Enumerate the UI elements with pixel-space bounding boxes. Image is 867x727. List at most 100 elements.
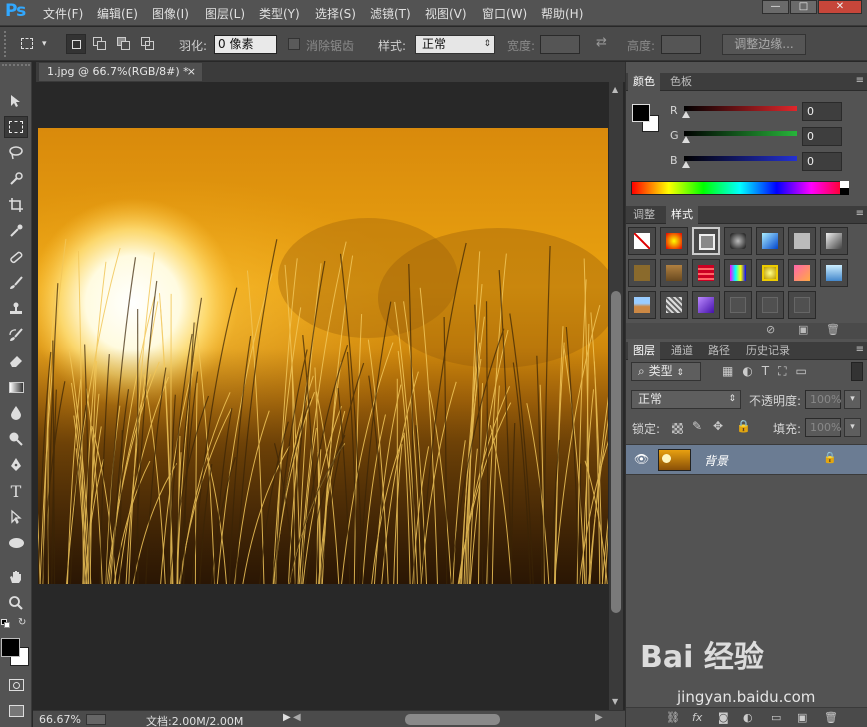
- style-swatch[interactable]: [628, 291, 656, 319]
- close-tab-icon[interactable]: ×: [187, 63, 196, 81]
- zoom-level[interactable]: 66.67%: [39, 713, 81, 726]
- style-swatch[interactable]: [660, 227, 688, 255]
- spectrum-black-swatch[interactable]: [840, 188, 849, 195]
- tab-styles[interactable]: 样式: [666, 206, 698, 224]
- foreground-color-swatch[interactable]: [1, 638, 20, 657]
- style-swatch[interactable]: [724, 291, 752, 319]
- crop-tool-icon[interactable]: [4, 194, 28, 216]
- refine-edge-button[interactable]: 调整边缘...: [722, 34, 806, 55]
- menu-edit[interactable]: 编辑(E): [97, 5, 138, 22]
- menu-window[interactable]: 窗口(W): [482, 5, 527, 22]
- channel-r-input[interactable]: 0: [802, 102, 842, 121]
- horizontal-scroll-thumb[interactable]: [405, 714, 500, 725]
- hand-tool-icon[interactable]: [4, 566, 28, 588]
- eyedropper-tool-icon[interactable]: [4, 220, 28, 242]
- tab-history[interactable]: 历史记录: [741, 342, 795, 360]
- color-spectrum-bar[interactable]: [631, 181, 849, 195]
- menu-view[interactable]: 视图(V): [425, 5, 467, 22]
- menu-layer[interactable]: 图层(L): [205, 5, 245, 22]
- opacity-input[interactable]: 100%: [805, 390, 841, 409]
- toolbar-grip[interactable]: [2, 64, 30, 70]
- minimize-button[interactable]: —: [762, 0, 789, 14]
- tab-adjustments[interactable]: 调整: [628, 206, 660, 224]
- style-swatch[interactable]: [724, 227, 752, 255]
- panel-menu-icon[interactable]: ≡: [856, 208, 864, 219]
- intersect-selection-button[interactable]: [138, 34, 158, 54]
- channel-g-input[interactable]: 0: [802, 127, 842, 146]
- style-swatch[interactable]: [788, 227, 816, 255]
- style-swatch[interactable]: [756, 291, 784, 319]
- add-selection-button[interactable]: [90, 34, 110, 54]
- style-swatch[interactable]: [692, 291, 720, 319]
- blend-mode-select[interactable]: 正常 ⇕: [631, 390, 741, 409]
- style-swatch[interactable]: [660, 291, 688, 319]
- style-swatch[interactable]: [788, 291, 816, 319]
- document-image[interactable]: [38, 128, 608, 584]
- style-select[interactable]: 正常 ⇕: [415, 35, 495, 54]
- fx-icon[interactable]: fx: [692, 711, 702, 724]
- tab-layers[interactable]: 图层: [628, 342, 660, 360]
- ellipse-tool-icon[interactable]: [4, 532, 28, 554]
- fill-chevron-icon[interactable]: ▾: [844, 418, 861, 437]
- height-input[interactable]: [661, 35, 701, 54]
- swap-icon[interactable]: ⇄: [596, 35, 607, 50]
- link-layers-icon[interactable]: ⛓: [666, 711, 680, 724]
- maximize-button[interactable]: □: [790, 0, 817, 14]
- lock-transparent-icon[interactable]: [672, 423, 683, 434]
- menu-type[interactable]: 类型(Y): [259, 5, 300, 22]
- lasso-tool-icon[interactable]: [4, 142, 28, 164]
- screen-mode-icon[interactable]: [4, 700, 28, 722]
- layer-name[interactable]: 背景: [704, 452, 728, 469]
- rect-marquee-tool-icon[interactable]: [4, 116, 28, 138]
- brush-tool-icon[interactable]: [4, 272, 28, 294]
- channel-g-slider[interactable]: [684, 131, 797, 136]
- tab-swatches[interactable]: 色板: [665, 73, 697, 91]
- close-window-button[interactable]: ✕: [818, 0, 862, 14]
- default-colors-icon[interactable]: [1, 619, 11, 629]
- status-menu-arrow-icon[interactable]: ▶: [283, 712, 291, 723]
- layer-filter-icons[interactable]: ▦◐T⛶▭: [722, 364, 832, 380]
- new-layer-icon[interactable]: ▣: [797, 711, 807, 724]
- vertical-scrollbar[interactable]: ▲ ▼: [609, 82, 623, 710]
- style-swatch[interactable]: [820, 227, 848, 255]
- document-tab[interactable]: 1.jpg @ 66.7%(RGB/8#) * ×: [38, 62, 203, 82]
- status-preview-icon[interactable]: [86, 714, 106, 725]
- path-selection-tool-icon[interactable]: [4, 506, 28, 528]
- style-swatch[interactable]: [660, 259, 688, 287]
- move-tool-icon[interactable]: [4, 90, 28, 112]
- opacity-chevron-icon[interactable]: ▾: [844, 390, 861, 409]
- adjustment-layer-icon[interactable]: ◐: [743, 711, 753, 724]
- style-swatch[interactable]: [628, 259, 656, 287]
- scroll-up-icon[interactable]: ▲: [612, 85, 618, 94]
- tab-paths[interactable]: 路径: [703, 342, 735, 360]
- menu-file[interactable]: 文件(F): [43, 5, 83, 22]
- eraser-tool-icon[interactable]: [4, 350, 28, 372]
- menu-filter[interactable]: 滤镜(T): [370, 5, 411, 22]
- lock-position-icon[interactable]: ✥: [713, 419, 723, 433]
- channel-b-slider-thumb[interactable]: [682, 161, 690, 168]
- history-brush-tool-icon[interactable]: [4, 324, 28, 346]
- spectrum-white-swatch[interactable]: [840, 181, 849, 188]
- new-style-icon[interactable]: ▣: [798, 323, 808, 336]
- pen-tool-icon[interactable]: [4, 454, 28, 476]
- feather-input[interactable]: 0 像素: [214, 35, 277, 54]
- style-swatch[interactable]: [788, 259, 816, 287]
- quick-mask-icon[interactable]: [4, 674, 28, 696]
- add-mask-icon[interactable]: ◙: [718, 711, 729, 724]
- fill-input[interactable]: 100%: [805, 418, 841, 437]
- layer-filter-select[interactable]: ⌕ 类型 ⇕: [631, 362, 701, 381]
- style-none-swatch[interactable]: [628, 227, 656, 255]
- channel-g-slider-thumb[interactable]: [682, 136, 690, 143]
- vertical-scroll-thumb[interactable]: [611, 291, 621, 613]
- antialias-checkbox[interactable]: [288, 38, 300, 50]
- eye-icon[interactable]: 👁: [634, 452, 649, 466]
- lock-pixels-icon[interactable]: ✎: [692, 419, 702, 433]
- swap-colors-icon[interactable]: ↻: [18, 617, 26, 628]
- clone-stamp-tool-icon[interactable]: [4, 298, 28, 320]
- subtract-selection-button[interactable]: [114, 34, 134, 54]
- delete-style-icon[interactable]: 🗑: [826, 323, 840, 336]
- scroll-down-icon[interactable]: ▼: [612, 697, 618, 706]
- channel-r-slider[interactable]: [684, 106, 797, 111]
- gradient-tool-icon[interactable]: [4, 376, 28, 398]
- style-swatch[interactable]: [692, 259, 720, 287]
